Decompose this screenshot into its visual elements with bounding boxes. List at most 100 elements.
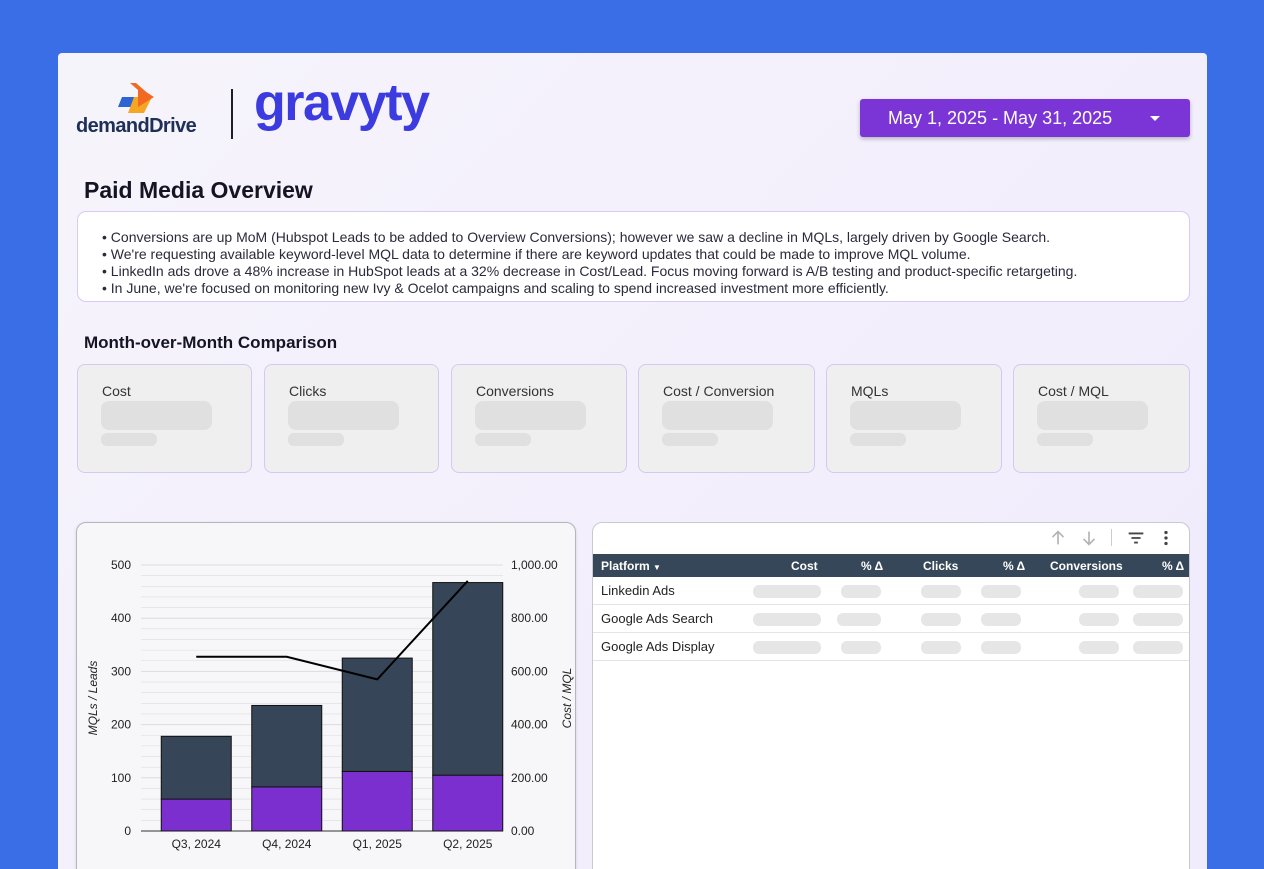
more-vert-icon[interactable] — [1155, 527, 1177, 549]
scorecard-cost-per-conversion[interactable]: Cost / Conversion — [638, 364, 815, 473]
column-header-clicks-change[interactable]: % Δ — [1003, 559, 1025, 573]
scorecard-conversions[interactable]: Conversions — [451, 364, 627, 473]
demanddrive-logo: demandDrive — [76, 81, 202, 139]
loading-placeholder — [1133, 613, 1183, 626]
report-page: demandDrive gravyty May 1, 2025 - May 31… — [58, 53, 1207, 869]
cost-per-mql-line — [196, 580, 469, 681]
y2-axis-title: Cost / MQL — [560, 668, 574, 729]
x-tick-label: Q3, 2024 — [172, 837, 222, 851]
loading-placeholder — [1079, 641, 1119, 654]
loading-placeholder — [981, 641, 1021, 654]
loading-placeholder — [662, 433, 718, 446]
scorecard-label: Cost / MQL — [1038, 383, 1109, 399]
comparison-title: Month-over-Month Comparison — [84, 333, 338, 352]
column-header-cost-change[interactable]: % Δ — [861, 559, 883, 573]
gravyty-logo: gravyty — [254, 74, 430, 132]
loading-placeholder — [753, 585, 821, 598]
summary-bullet: • LinkedIn ads drove a 48% increase in H… — [102, 263, 1078, 279]
summary-bullet: • We're requesting available keyword-lev… — [102, 246, 971, 262]
arrow-up-icon[interactable] — [1047, 527, 1069, 549]
loading-placeholder — [1133, 641, 1183, 654]
column-header-cost[interactable]: Cost — [791, 559, 818, 573]
loading-placeholder — [981, 613, 1021, 626]
table-header: Platform ▼ Cost % Δ Clicks % Δ Conversio… — [593, 554, 1189, 577]
bar-mqls — [251, 786, 323, 832]
logo-divider — [231, 89, 233, 139]
y-tick-label: 200 — [111, 718, 131, 732]
loading-placeholder — [837, 613, 881, 626]
loading-placeholder — [1037, 433, 1093, 446]
x-tick-label: Q4, 2024 — [262, 837, 312, 851]
column-header-platform[interactable]: Platform ▼ — [601, 559, 661, 573]
filter-icon[interactable] — [1125, 527, 1147, 549]
date-range-value: May 1, 2025 - May 31, 2025 — [888, 108, 1113, 128]
y2-tick-label: 200.00 — [511, 771, 548, 785]
bar-mqls — [160, 798, 232, 832]
x-tick-label: Q1, 2025 — [353, 837, 403, 851]
column-header-conversions-change[interactable]: % Δ — [1162, 559, 1184, 573]
scorecard-label: Cost — [102, 383, 131, 399]
page-title: Paid Media Overview — [84, 177, 313, 203]
loading-placeholder — [101, 433, 157, 446]
loading-placeholder — [288, 433, 344, 446]
dropdown-caret-icon — [1150, 116, 1160, 121]
y-tick-label: 0 — [124, 824, 131, 838]
bar-leads — [341, 657, 413, 772]
loading-placeholder — [850, 401, 961, 430]
loading-placeholder — [1133, 585, 1183, 598]
scorecard-clicks[interactable]: Clicks — [264, 364, 439, 473]
scorecard-mqls[interactable]: MQLs — [826, 364, 1002, 473]
bar-mqls — [341, 770, 413, 832]
scorecard-cost[interactable]: Cost — [77, 364, 252, 473]
summary-bullet: • Conversions are up MoM (Hubspot Leads … — [102, 229, 1051, 245]
platform-name: Google Ads Display — [601, 639, 715, 654]
y-tick-label: 500 — [111, 558, 131, 572]
date-range-picker[interactable]: May 1, 2025 - May 31, 2025 — [860, 99, 1190, 137]
y2-tick-label: 400.00 — [511, 718, 548, 732]
column-header-conversions[interactable]: Conversions — [1050, 559, 1123, 573]
loading-placeholder — [850, 433, 906, 446]
arrow-down-icon[interactable] — [1078, 527, 1100, 549]
scorecard-label: Clicks — [289, 383, 327, 399]
summary-box: • Conversions are up MoM (Hubspot Leads … — [77, 211, 1190, 302]
y-axis-title: MQLs / Leads — [86, 661, 100, 736]
loading-placeholder — [921, 613, 961, 626]
platform-table[interactable]: Platform ▼ Cost % Δ Clicks % Δ Conversio… — [592, 522, 1190, 869]
y2-tick-label: 0.00 — [511, 824, 535, 838]
bar-leads — [432, 582, 504, 776]
loading-placeholder — [475, 401, 586, 430]
table-toolbar — [593, 523, 1189, 555]
loading-placeholder — [475, 433, 531, 446]
loading-placeholder — [841, 585, 881, 598]
loading-placeholder — [662, 401, 773, 430]
platform-name: Google Ads Search — [601, 611, 714, 626]
chart-canvas: 0 100 200 300 400 500 0.00 200.00 400.00 600.00 80… — [86, 558, 574, 851]
y2-tick-label: 800.00 — [511, 611, 548, 625]
table-row[interactable]: Linkedin Ads — [593, 577, 1189, 605]
loading-placeholder — [753, 641, 821, 654]
loading-placeholder — [1079, 585, 1119, 598]
column-header-clicks[interactable]: Clicks — [923, 559, 958, 573]
bar-leads — [160, 735, 232, 800]
loading-placeholder — [981, 585, 1021, 598]
loading-placeholder — [753, 613, 821, 626]
bar-mqls — [432, 774, 504, 832]
mql-cost-chart[interactable]: 0 100 200 300 400 500 0.00 200.00 400.00 600.00 80… — [76, 522, 576, 869]
scorecard-label: Cost / Conversion — [663, 383, 775, 399]
table-row[interactable]: Google Ads Display — [593, 633, 1189, 661]
x-tick-label: Q2, 2025 — [443, 837, 493, 851]
y-tick-label: 100 — [111, 771, 131, 785]
y-tick-label: 400 — [111, 611, 131, 625]
loading-placeholder — [841, 641, 881, 654]
loading-placeholder — [921, 641, 961, 654]
loading-placeholder — [921, 585, 961, 598]
loading-placeholder — [1079, 613, 1119, 626]
bar-leads — [251, 704, 323, 788]
summary-bullet: • In June, we're focused on monitoring n… — [102, 280, 889, 296]
table-row[interactable]: Google Ads Search — [593, 605, 1189, 633]
scorecard-cost-per-mql[interactable]: Cost / MQL — [1013, 364, 1190, 473]
toolbar-divider — [1111, 529, 1112, 546]
platform-name: Linkedin Ads — [601, 583, 675, 598]
y2-tick-label: 600.00 — [511, 664, 548, 678]
scorecard-label: Conversions — [476, 383, 554, 399]
